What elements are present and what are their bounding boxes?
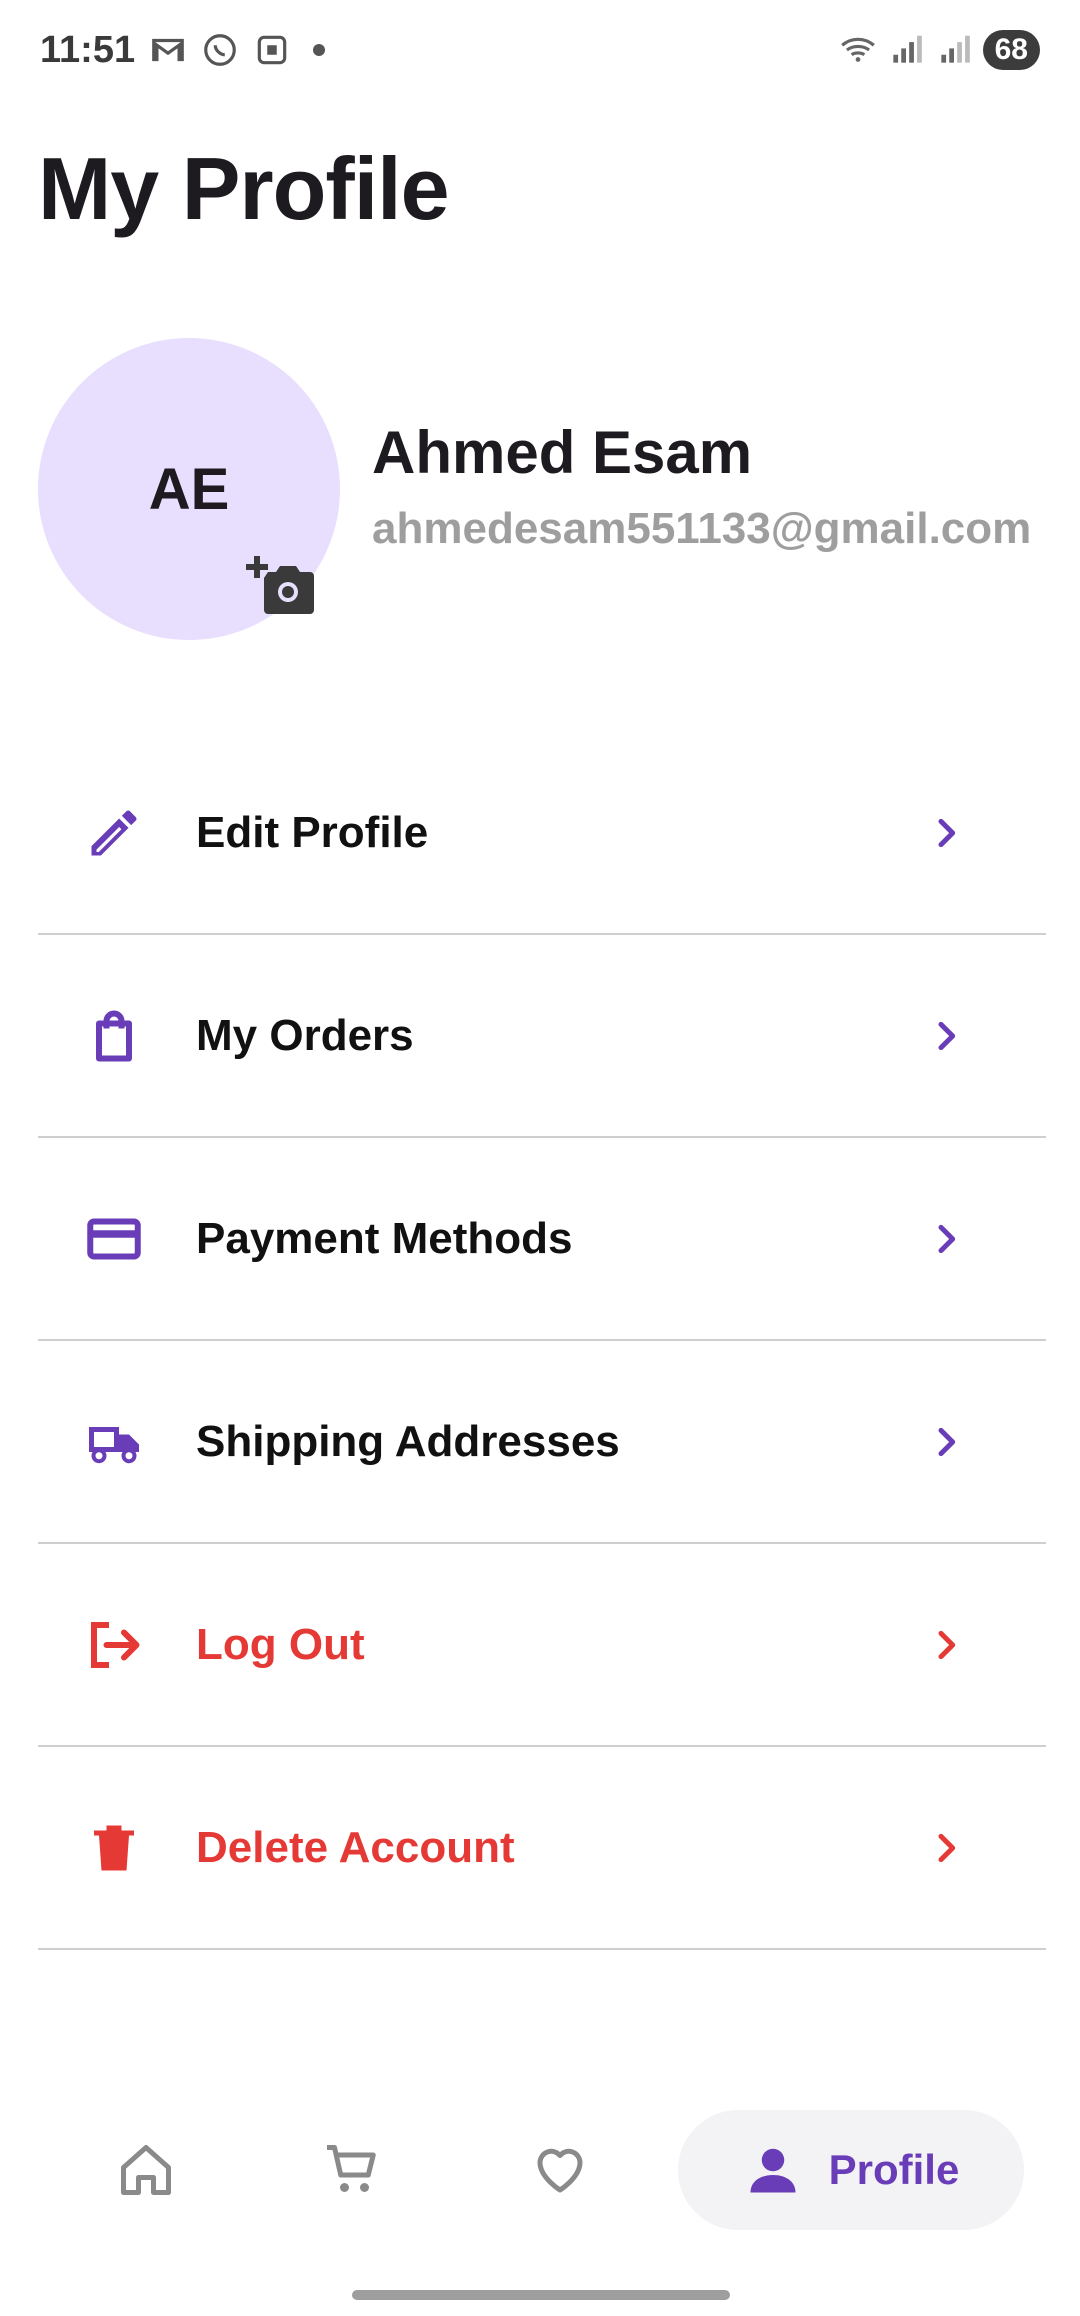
cart-icon <box>327 2145 376 2192</box>
status-time: 11:51 <box>40 28 136 71</box>
heart-icon <box>537 2148 583 2193</box>
add-photo-camera-icon[interactable] <box>244 552 316 618</box>
chevron-right-icon <box>926 813 966 853</box>
chevron-right-icon <box>926 1625 966 1665</box>
person-icon <box>750 2148 796 2193</box>
status-bar: 11:51 68 <box>0 0 1080 100</box>
menu-item-shipping-addresses[interactable]: Shipping Addresses <box>38 1341 1046 1544</box>
nav-favorites-button[interactable] <box>524 2110 596 2230</box>
user-name: Ahmed Esam <box>372 419 753 486</box>
menu-item-label: Shipping Addresses <box>196 1416 620 1466</box>
battery-level: 68 <box>982 30 1040 70</box>
home-icon <box>121 2145 171 2195</box>
nav-profile-label: Profile <box>828 2146 960 2193</box>
menu-item-label: My Orders <box>196 1010 414 1060</box>
status-right: 68 <box>839 30 1040 70</box>
chevron-right-icon <box>926 1828 966 1868</box>
nav-cart-button[interactable] <box>316 2110 388 2230</box>
profile-menu: Edit Profile My Orders Payment Methods S… <box>38 732 1046 1950</box>
menu-item-log-out[interactable]: Log Out <box>38 1544 1046 1747</box>
home-indicator[interactable] <box>352 2290 730 2300</box>
avatar-initials: AE <box>148 456 230 522</box>
bottom-navigation: Profile <box>0 2100 1080 2240</box>
whatsapp-icon <box>201 31 239 69</box>
nav-profile-button[interactable]: Profile <box>678 2110 1024 2230</box>
notification-dot-icon <box>313 44 326 56</box>
edit-icon <box>82 801 146 865</box>
screenshot-icon <box>253 31 291 69</box>
signal-icon <box>887 31 925 69</box>
menu-item-my-orders[interactable]: My Orders <box>38 935 1046 1138</box>
logout-icon <box>82 1613 146 1677</box>
wifi-icon <box>839 31 877 69</box>
shopping-bag-icon <box>82 1004 146 1068</box>
signal-icon <box>935 31 973 69</box>
menu-item-label: Log Out <box>196 1619 365 1669</box>
menu-item-label: Delete Account <box>196 1822 515 1872</box>
page-title: My Profile <box>38 139 450 238</box>
menu-item-edit-profile[interactable]: Edit Profile <box>38 732 1046 935</box>
menu-item-payment-methods[interactable]: Payment Methods <box>38 1138 1046 1341</box>
menu-item-label: Payment Methods <box>196 1213 573 1263</box>
truck-icon <box>82 1410 146 1474</box>
menu-item-delete-account[interactable]: Delete Account <box>38 1747 1046 1950</box>
chevron-right-icon <box>926 1016 966 1056</box>
profile-screen: 11:51 68 My Profile AE Ahmed Esam ahmede… <box>0 0 1080 2316</box>
status-left: 11:51 <box>40 28 326 72</box>
chevron-right-icon <box>926 1422 966 1462</box>
chevron-right-icon <box>926 1219 966 1259</box>
trash-icon <box>82 1816 146 1880</box>
nav-home-button[interactable] <box>110 2110 182 2230</box>
gmail-icon <box>149 31 187 69</box>
menu-item-label: Edit Profile <box>196 807 429 857</box>
user-email: ahmedesam551133@gmail.com <box>372 504 1032 553</box>
credit-card-icon <box>82 1207 146 1271</box>
